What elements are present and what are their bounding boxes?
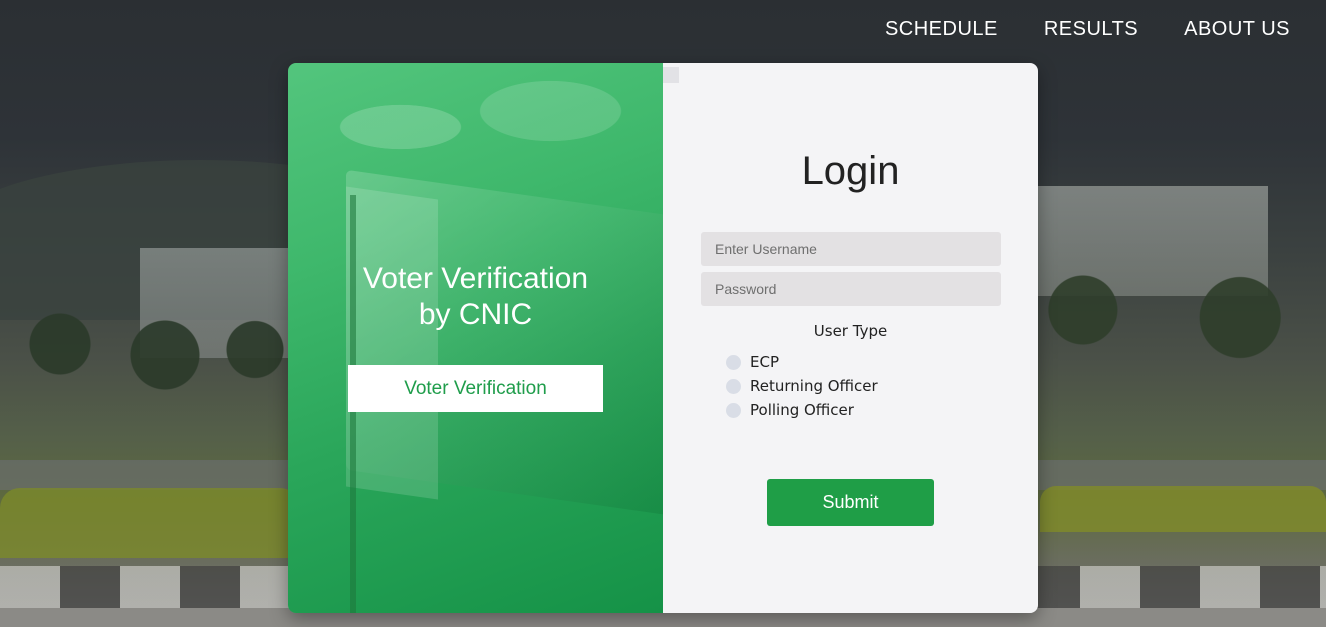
radio-polling-officer[interactable] <box>726 402 741 418</box>
radio-label-polling-officer: Polling Officer <box>750 401 854 419</box>
username-input[interactable] <box>701 232 1001 266</box>
user-type-option-ecp[interactable]: ECP <box>726 353 779 371</box>
nav-about-us-link[interactable]: ABOUT US <box>1184 18 1290 41</box>
top-nav: SCHEDULE RESULTS ABOUT US <box>885 18 1290 41</box>
radio-label-ecp: ECP <box>750 353 779 371</box>
radio-returning-officer[interactable] <box>726 378 741 394</box>
nav-schedule-link[interactable]: SCHEDULE <box>885 18 998 41</box>
heading-line-2: by CNIC <box>418 298 533 331</box>
background-trees-right <box>1040 250 1326 400</box>
flag-white-stripe <box>346 186 438 500</box>
login-card: Voter Verification by CNIC Voter Verific… <box>288 63 1038 613</box>
user-type-label: User Type <box>813 322 888 340</box>
login-title: Login <box>801 149 900 193</box>
panel-corner-mark <box>663 67 679 83</box>
radio-ecp[interactable] <box>726 354 741 370</box>
nav-results-link[interactable]: RESULTS <box>1044 18 1138 41</box>
background-hedge-right <box>1040 486 1326 532</box>
password-input[interactable] <box>701 272 1001 306</box>
login-panel: Login User Type ECP Returning Officer Po… <box>663 63 1038 613</box>
voter-verification-panel: Voter Verification by CNIC Voter Verific… <box>288 63 663 613</box>
background-trees-left <box>0 300 300 410</box>
voter-verification-heading: Voter Verification by CNIC <box>288 261 663 333</box>
heading-line-1: Voter Verification <box>362 262 589 295</box>
background-hedge-left <box>0 488 300 558</box>
user-type-option-returning-officer[interactable]: Returning Officer <box>726 377 878 395</box>
voter-verification-button[interactable]: Voter Verification <box>348 365 603 412</box>
submit-button[interactable]: Submit <box>767 479 934 526</box>
radio-label-returning-officer: Returning Officer <box>750 377 878 395</box>
user-type-option-polling-officer[interactable]: Polling Officer <box>726 401 854 419</box>
